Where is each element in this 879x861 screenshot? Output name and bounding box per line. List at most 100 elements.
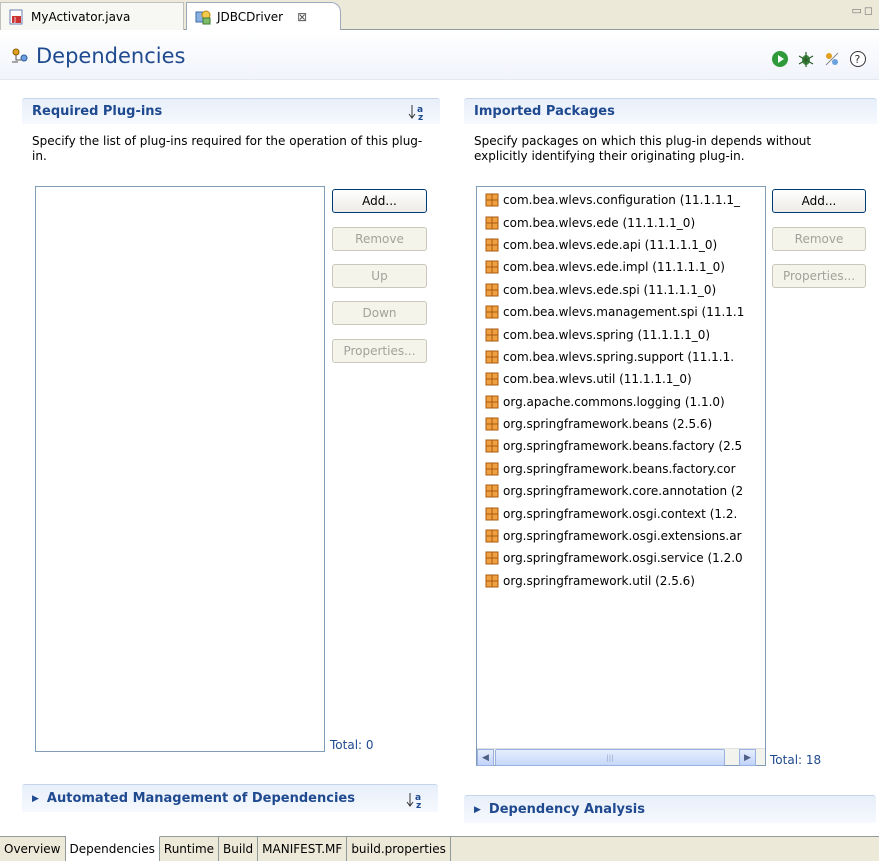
list-item[interactable]: com.bea.wlevs.management.spi (11.1.1 (477, 301, 765, 323)
package-icon (485, 193, 499, 207)
add-button[interactable]: Add... (772, 189, 866, 213)
page-title: Dependencies (10, 44, 185, 68)
tab-runtime[interactable]: Runtime (159, 837, 220, 861)
remove-button[interactable]: Remove (772, 227, 866, 251)
sort-alphabetical-icon[interactable]: az (406, 791, 426, 811)
list-item[interactable]: com.bea.wlevs.configuration (11.1.1.1_ (477, 189, 765, 211)
package-name: com.bea.wlevs.ede (11.1.1.1_0) (503, 215, 696, 230)
properties-button[interactable]: Properties... (332, 339, 427, 363)
scroll-right-icon[interactable]: ▶ (739, 749, 756, 766)
sort-alphabetical-icon[interactable]: az (408, 103, 428, 123)
list-item[interactable]: com.bea.wlevs.ede.spi (11.1.1.1_0) (477, 279, 765, 301)
add-button[interactable]: Add... (332, 189, 427, 213)
package-name: com.bea.wlevs.util (11.1.1.1_0) (503, 372, 692, 387)
horizontal-scrollbar[interactable]: ◀ ||| ▶ (477, 748, 765, 766)
dependencies-icon (10, 46, 30, 66)
plugin-dependency-icon[interactable] (823, 50, 841, 68)
package-icon (485, 283, 499, 297)
section-title: Dependency Analysis (488, 802, 645, 817)
package-icon (485, 328, 499, 342)
tab-jdbcdriver[interactable]: JDBCDriver ⊠ (186, 2, 341, 31)
debug-icon[interactable] (797, 50, 815, 68)
tab-build[interactable]: Build (219, 837, 259, 861)
required-plugins-list[interactable] (35, 186, 325, 752)
package-icon (485, 260, 499, 274)
scroll-left-icon[interactable]: ◀ (477, 749, 494, 766)
close-icon[interactable]: ⊠ (297, 10, 307, 24)
down-button[interactable]: Down (332, 301, 427, 325)
package-list-items: com.bea.wlevs.configuration (11.1.1.1_co… (477, 187, 765, 592)
tab-label: JDBCDriver (217, 9, 284, 24)
svg-text:J: J (13, 16, 16, 24)
up-button[interactable]: Up (332, 264, 427, 288)
help-icon[interactable]: ? (849, 50, 867, 68)
remove-button[interactable]: Remove (332, 227, 427, 251)
list-item[interactable]: org.apache.commons.logging (1.1.0) (477, 391, 765, 413)
form-header: Dependencies ? (0, 30, 879, 80)
list-item[interactable]: com.bea.wlevs.ede (11.1.1.1_0) (477, 211, 765, 233)
svg-text:z: z (416, 801, 421, 809)
list-item[interactable]: org.springframework.beans.factory (2.5 (477, 435, 765, 457)
package-name: com.bea.wlevs.spring (11.1.1.1_0) (503, 327, 711, 342)
package-name: com.bea.wlevs.ede.api (11.1.1.1_0) (503, 237, 718, 252)
scroll-thumb[interactable]: ||| (495, 749, 725, 766)
total-count: Total: 0 (330, 738, 374, 752)
imported-packages-header: Imported Packages (464, 98, 877, 124)
package-name: org.springframework.osgi.context (1.2. (503, 506, 738, 521)
package-icon (485, 574, 499, 588)
tab-manifest[interactable]: MANIFEST.MF (258, 837, 348, 861)
properties-button[interactable]: Properties... (772, 264, 866, 288)
package-icon (485, 529, 499, 543)
automated-management-section[interactable]: ▶ Automated Management of Dependencies a… (22, 784, 438, 812)
package-icon (485, 216, 499, 230)
package-name: com.bea.wlevs.configuration (11.1.1.1_ (503, 193, 741, 208)
tab-myactivator[interactable]: J MyActivator.java (0, 2, 184, 30)
package-icon (485, 484, 499, 498)
list-item[interactable]: org.springframework.osgi.service (1.2.0 (477, 547, 765, 569)
package-icon (485, 551, 499, 565)
package-name: org.springframework.osgi.extensions.ar (503, 529, 742, 544)
imported-packages-section: Imported Packages Specify packages on wh… (464, 98, 877, 778)
list-item[interactable]: org.springframework.util (2.5.6) (477, 570, 765, 592)
imported-packages-list[interactable]: com.bea.wlevs.configuration (11.1.1.1_co… (476, 186, 766, 766)
list-item[interactable]: org.springframework.osgi.extensions.ar (477, 525, 765, 547)
tab-overview[interactable]: Overview (0, 837, 66, 861)
tab-build-properties[interactable]: build.properties (347, 837, 451, 861)
section-description: Specify packages on which this plug-in d… (474, 134, 812, 163)
list-item[interactable]: org.springframework.beans.factory.cor (477, 458, 765, 480)
package-icon (485, 507, 499, 521)
list-item[interactable]: com.bea.wlevs.ede.impl (11.1.1.1_0) (477, 256, 765, 278)
list-item[interactable]: com.bea.wlevs.util (11.1.1.1_0) (477, 368, 765, 390)
window-controls: ▭◻ (851, 4, 875, 17)
package-name: org.springframework.util (2.5.6) (503, 573, 695, 588)
minimize-icon[interactable]: ▭ (851, 4, 863, 17)
list-item[interactable]: org.springframework.core.annotation (2 (477, 480, 765, 502)
list-item[interactable]: com.bea.wlevs.ede.api (11.1.1.1_0) (477, 234, 765, 256)
package-icon (485, 238, 499, 252)
tab-dependencies[interactable]: Dependencies (65, 836, 160, 861)
list-item[interactable]: org.springframework.osgi.context (1.2. (477, 502, 765, 524)
list-item[interactable]: com.bea.wlevs.spring (11.1.1.1_0) (477, 323, 765, 345)
package-icon (485, 305, 499, 319)
section-title: Imported Packages (474, 104, 615, 119)
plugin-manifest-icon (195, 9, 211, 25)
package-name: com.bea.wlevs.spring.support (11.1.1. (503, 349, 735, 364)
package-name: org.apache.commons.logging (1.1.0) (503, 394, 725, 409)
svg-text:?: ? (855, 53, 861, 66)
list-item[interactable]: com.bea.wlevs.spring.support (11.1.1. (477, 346, 765, 368)
package-icon (485, 372, 499, 386)
dependency-analysis-section[interactable]: ▶ Dependency Analysis (464, 795, 876, 823)
header-toolbar: ? (771, 50, 867, 68)
maximize-icon[interactable]: ◻ (864, 4, 875, 17)
run-icon[interactable] (771, 50, 789, 68)
package-icon (485, 417, 499, 431)
tab-label: MyActivator.java (31, 9, 131, 24)
package-icon (485, 462, 499, 476)
svg-text:z: z (418, 113, 423, 121)
page-title-text: Dependencies (36, 44, 186, 68)
list-item[interactable]: org.springframework.beans (2.5.6) (477, 413, 765, 435)
expand-arrow-icon: ▶ (474, 804, 481, 815)
total-count: Total: 18 (770, 753, 822, 767)
package-icon (485, 350, 499, 364)
package-name: org.springframework.beans.factory.cor (503, 461, 736, 476)
